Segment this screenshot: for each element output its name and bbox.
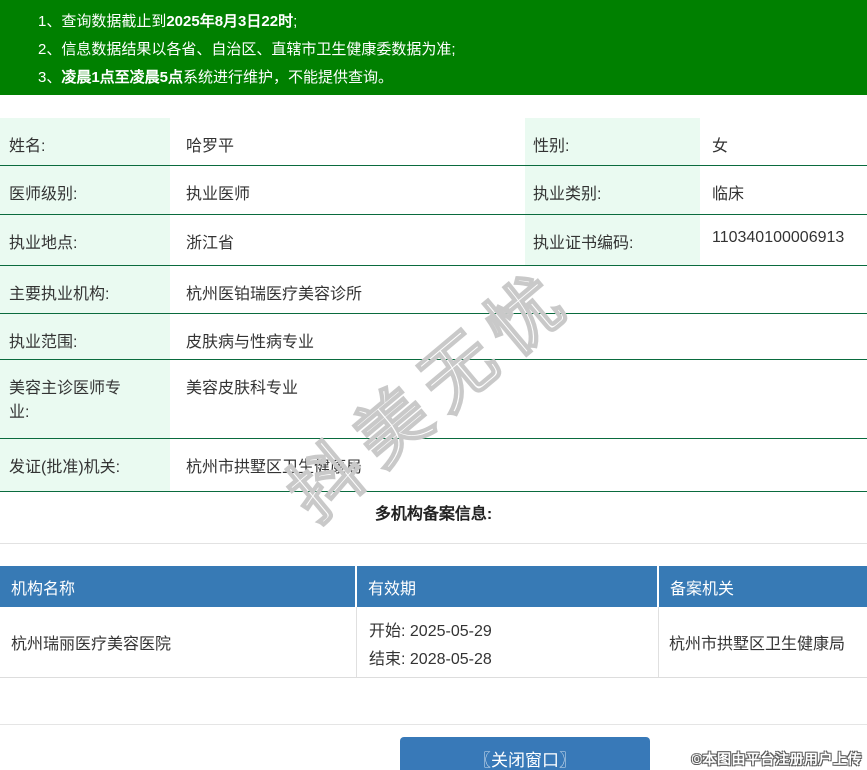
level-value: 执业医师 (186, 186, 251, 203)
row-level-category: 医师级别: 执业医师 执业类别: 临床 (0, 166, 867, 215)
doctor-info-table: 姓名: 哈罗平 性别: 女 医师级别: 执业医师 执业类别: 临床 执业地点: … (0, 118, 867, 492)
row-location-certno: 执业地点: 浙江省 执业证书编码: 110340100006913 (0, 215, 867, 266)
validity-end: 结束: 2028-05-28 (369, 651, 492, 668)
row-cosmetic-specialty: 美容主诊医师专业: 美容皮肤科专业 (0, 360, 867, 439)
section-divider (0, 543, 867, 544)
certno-label: 执业证书编码: (525, 215, 700, 265)
table-row: 杭州瑞丽医疗美容医院 开始: 2025-05-29 结束: 2028-05-28… (0, 607, 867, 678)
notice-line-1: 1、查询数据截止到2025年8月3日22时; (38, 13, 298, 30)
row-main-org: 主要执业机构: 杭州医铂瑞医疗美容诊所 (0, 266, 867, 314)
uploader-watermark: ©本图由平台注册用户上传 (691, 751, 862, 767)
issuer-value: 杭州市拱墅区卫生健康局 (186, 459, 363, 476)
multi-org-section-title: 多机构备案信息: (374, 506, 493, 523)
category-value: 临床 (712, 186, 745, 203)
header-validity: 有效期 (357, 566, 659, 607)
notice-banner: 1、查询数据截止到2025年8月3日22时; 2、信息数据结果以各省、自治区、直… (0, 0, 867, 95)
multi-org-table-header: 机构名称 有效期 备案机关 (0, 566, 867, 607)
row-issuer: 发证(批准)机关: 杭州市拱墅区卫生健康局 (0, 439, 867, 492)
close-window-button[interactable]: 〖关闭窗口〗 (400, 737, 650, 770)
level-label: 医师级别: (0, 166, 170, 214)
scope-value: 皮肤病与性病专业 (186, 334, 315, 351)
gender-value: 女 (712, 138, 729, 155)
name-label: 姓名: (0, 118, 170, 165)
category-label: 执业类别: (525, 166, 700, 214)
scope-label: 执业范围: (0, 314, 170, 359)
certno-value: 110340100006913 (712, 229, 845, 246)
gender-label: 性别: (525, 118, 700, 165)
location-label: 执业地点: (0, 215, 170, 265)
main-org-value: 杭州医铂瑞医疗美容诊所 (186, 286, 363, 303)
validity-cell: 开始: 2025-05-29 结束: 2028-05-28 (357, 607, 659, 677)
notice-line-3: 3、凌晨1点至凌晨5点系统进行维护，不能提供查询。 (38, 69, 394, 86)
main-org-label: 主要执业机构: (0, 266, 170, 313)
header-authority: 备案机关 (670, 580, 735, 598)
location-value: 浙江省 (186, 235, 235, 252)
issuer-label: 发证(批准)机关: (0, 439, 170, 491)
row-name-gender: 姓名: 哈罗平 性别: 女 (0, 118, 867, 166)
multi-org-table: 机构名称 有效期 备案机关 杭州瑞丽医疗美容医院 开始: 2025-05-29 … (0, 566, 867, 678)
authority-cell: 杭州市拱墅区卫生健康局 (669, 636, 846, 653)
notice-line-2: 2、信息数据结果以各省、自治区、直辖市卫生健康委数据为准; (38, 41, 456, 58)
validity-start: 开始: 2025-05-29 (369, 623, 492, 640)
bottom-divider (0, 724, 867, 725)
row-scope: 执业范围: 皮肤病与性病专业 (0, 314, 867, 360)
cosmetic-specialty-label: 美容主诊医师专业: (0, 360, 170, 438)
org-name-cell: 杭州瑞丽医疗美容医院 (0, 607, 357, 677)
cosmetic-specialty-value: 美容皮肤科专业 (186, 380, 299, 397)
header-org-name: 机构名称 (0, 566, 357, 607)
name-value: 哈罗平 (186, 138, 235, 155)
